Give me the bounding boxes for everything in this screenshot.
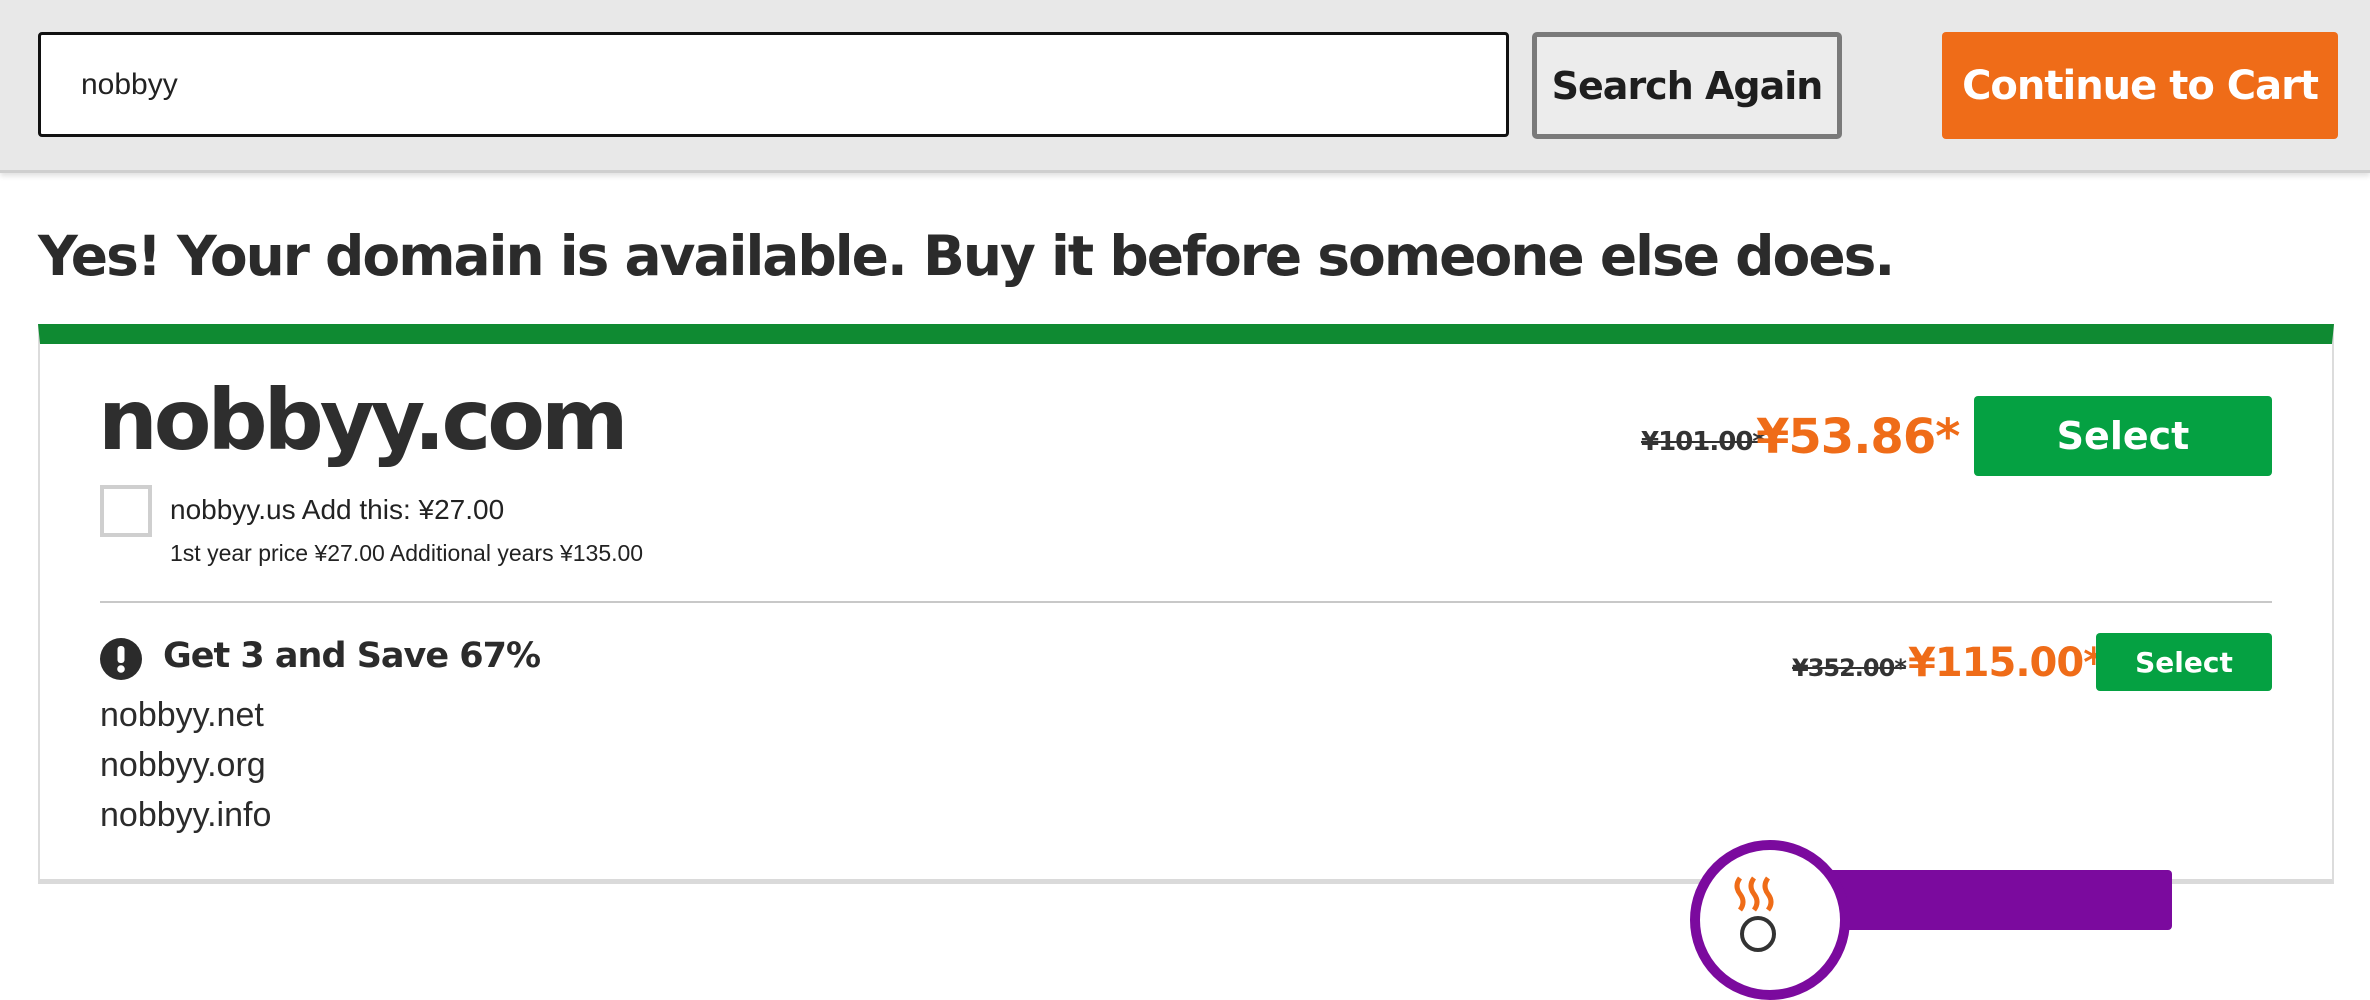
bundle-select-button[interactable]: Select bbox=[2096, 633, 2272, 691]
chat-avatar-icon[interactable] bbox=[1690, 840, 1850, 1000]
bundle-offer-title: Get 3 and Save 67% bbox=[163, 636, 541, 676]
search-bar: Search Again Continue to Cart bbox=[0, 0, 2370, 173]
primary-old-price: ¥101.00* bbox=[1641, 427, 1766, 457]
bundle-domain-item: nobbyy.info bbox=[100, 796, 272, 834]
bundle-domain-item: nobbyy.org bbox=[100, 746, 266, 784]
addon-label: nobbyy.us Add this: ¥27.00 bbox=[170, 494, 505, 525]
bundle-domain-item: nobbyy.net bbox=[100, 696, 264, 734]
bundle-sale-price: ¥115.00* bbox=[1908, 640, 2104, 686]
section-divider bbox=[100, 601, 2272, 603]
primary-sale-price: ¥53.86* bbox=[1756, 409, 1960, 465]
search-again-button[interactable]: Search Again bbox=[1532, 32, 1842, 139]
chat-launcher-bar[interactable] bbox=[1810, 870, 2172, 930]
chat-widget[interactable] bbox=[1690, 840, 2190, 1000]
domain-search-input[interactable] bbox=[38, 32, 1509, 137]
availability-headline: Yes! Your domain is available. Buy it be… bbox=[38, 224, 1895, 288]
exclamation-circle-icon bbox=[100, 638, 142, 680]
domain-name: nobbyy.com bbox=[98, 371, 629, 469]
addon-checkbox[interactable] bbox=[100, 485, 152, 537]
bundle-old-price: ¥352.00* bbox=[1792, 654, 1907, 682]
addon-price-detail: 1st year price ¥27.00 Additional years ¥… bbox=[170, 540, 644, 566]
primary-select-button[interactable]: Select bbox=[1974, 396, 2272, 476]
continue-to-cart-button[interactable]: Continue to Cart bbox=[1942, 32, 2338, 139]
